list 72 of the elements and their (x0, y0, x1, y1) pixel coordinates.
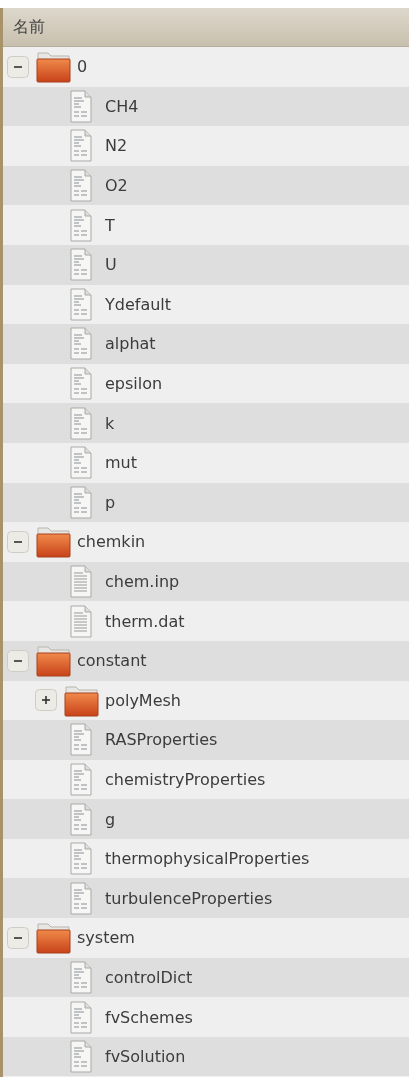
expander-icon[interactable] (7, 55, 29, 78)
file-name: U (105, 255, 117, 275)
document-icon (69, 446, 93, 480)
file-name: RASProperties (105, 730, 218, 750)
document-icon (69, 406, 93, 440)
tree-row[interactable]: RASProperties (3, 720, 409, 760)
file-name: p (105, 492, 116, 512)
file-name: T (105, 215, 115, 235)
file-name: k (105, 413, 115, 433)
folder-name: polyMesh (105, 690, 181, 710)
document-icon (69, 287, 93, 321)
file-name: thermophysicalProperties (105, 849, 310, 869)
document-icon (69, 89, 93, 123)
tree-row[interactable]: fvSolution (3, 1036, 409, 1077)
document-icon (69, 763, 93, 796)
file-name: CH4 (105, 96, 139, 116)
document-icon (69, 129, 93, 163)
document-icon (69, 485, 93, 519)
expander-icon[interactable] (7, 926, 29, 949)
tree-row[interactable]: turbulenceProperties (3, 878, 409, 919)
document-icon (69, 881, 93, 915)
folder-name: constant (77, 651, 147, 671)
tree-row[interactable]: constant (3, 640, 409, 681)
document-icon (69, 842, 93, 876)
file-name: fvSchemes (105, 1007, 193, 1027)
file-name: O2 (105, 176, 128, 196)
document-icon (69, 1000, 93, 1034)
folder-icon (35, 525, 71, 559)
folder-icon (35, 921, 71, 955)
folder-name: 0 (77, 57, 88, 77)
document-icon (69, 1040, 93, 1074)
file-name: g (105, 809, 116, 829)
folder-name: chemkin (77, 532, 146, 552)
column-header[interactable]: 名前 (3, 8, 409, 47)
folder-name: system (77, 928, 135, 948)
document-icon (69, 327, 93, 361)
tree-row[interactable]: k (3, 403, 409, 443)
file-name: chemistryProperties (105, 770, 266, 789)
tree-row[interactable]: alphat (3, 324, 409, 364)
file-name: Ydefault (105, 294, 172, 314)
tree-row[interactable]: chem.inp (3, 561, 409, 602)
file-name: N2 (105, 136, 128, 156)
file-name: therm.dat (105, 611, 185, 631)
tree-row[interactable]: p (3, 482, 409, 523)
document-icon (69, 723, 93, 757)
document-icon (69, 367, 93, 401)
folder-icon (63, 683, 99, 717)
folder-icon (35, 50, 71, 84)
file-name: chem.inp (105, 572, 180, 591)
file-name: epsilon (105, 374, 163, 394)
tree-row[interactable]: U (3, 244, 409, 285)
file-name: mut (105, 453, 137, 473)
expander-icon[interactable] (7, 530, 29, 553)
expander-icon[interactable] (7, 649, 29, 672)
file-name: fvSolution (105, 1047, 186, 1067)
expander-icon[interactable] (35, 689, 57, 712)
tree-row[interactable]: CH4 (3, 86, 409, 127)
file-name: turbulenceProperties (105, 888, 273, 908)
tree-row[interactable]: controlDict (3, 957, 409, 998)
document-icon (69, 208, 93, 242)
tree-row[interactable]: O2 (3, 165, 409, 206)
file-name: alphat (105, 334, 156, 354)
column-title: 名前 (13, 16, 45, 38)
text-file-icon (69, 565, 93, 598)
text-file-icon (69, 604, 93, 638)
document-icon (69, 802, 93, 836)
tree-row[interactable]: g (3, 799, 409, 839)
document-icon (69, 169, 93, 203)
document-icon (69, 960, 93, 994)
file-name: controlDict (105, 967, 193, 987)
document-icon (69, 248, 93, 282)
folder-icon (35, 644, 71, 678)
